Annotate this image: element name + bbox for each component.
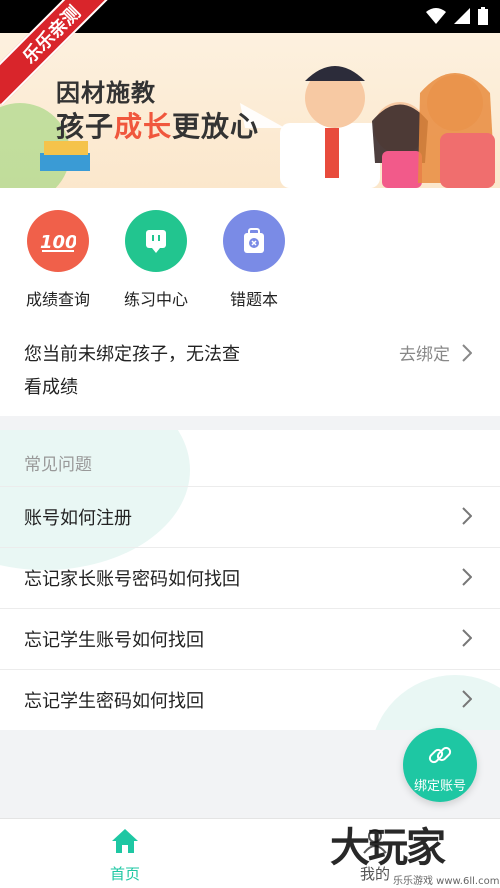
chevron-right-icon (462, 343, 472, 362)
faq-item[interactable]: 账号如何注册 (0, 486, 500, 547)
watermark-logo: 大玩家 (330, 825, 446, 871)
faq-title: 常见问题 (24, 455, 92, 475)
bind-notice-text: 您当前未绑定孩子，无法查看成绩 (24, 344, 240, 398)
chevron-right-icon (462, 690, 472, 708)
score-100-icon: 100 (27, 210, 89, 272)
link-icon (428, 746, 452, 764)
faq-item[interactable]: 忘记家长账号密码如何找回 (0, 547, 500, 608)
wrong-book-button[interactable]: 错题本 (209, 210, 299, 310)
hero-banner[interactable]: 因材施教 孩子成长更放心 (0, 33, 500, 188)
faq-item-label: 忘记家长账号密码如何找回 (24, 569, 240, 590)
faq-item[interactable]: 忘记学生账号如何找回 (0, 608, 500, 669)
banner-headline: 因材施教 (56, 79, 156, 107)
faq-item-label: 账号如何注册 (24, 508, 132, 529)
faq-item-label: 忘记学生账号如何找回 (24, 630, 204, 651)
wifi-icon (426, 8, 446, 24)
banner-subheadline: 孩子成长更放心 (56, 110, 260, 143)
score-query-label: 成绩查询 (25, 290, 90, 309)
main-card: 100 成绩查询 练习中心 错题本 您当前未绑定孩子，无法查看成绩 去绑定 (0, 188, 500, 416)
battery-icon (478, 7, 488, 25)
status-icons (426, 7, 488, 25)
practice-center-label: 练习中心 (123, 290, 188, 309)
wrong-book-icon (223, 210, 285, 272)
tab-home[interactable]: 首页 (65, 827, 185, 884)
chevron-right-icon (462, 507, 472, 525)
home-icon (112, 829, 138, 853)
go-bind-label: 去绑定 (399, 345, 450, 365)
wrong-book-label: 错题本 (229, 290, 278, 309)
faq-section: 常见问题 账号如何注册 忘记家长账号密码如何找回 忘记学生账号如何找回 忘记学生… (0, 430, 500, 730)
signal-icon (454, 8, 470, 24)
bind-account-label: 绑定账号 (413, 779, 466, 794)
score-query-button[interactable]: 100 成绩查询 (13, 210, 103, 310)
svg-text:100: 100 (40, 232, 76, 252)
go-bind-link[interactable]: 去绑定 (399, 340, 472, 365)
practice-icon (125, 210, 187, 272)
watermark-subtext: 乐乐游戏 www.6ll.com (393, 876, 500, 887)
faq-item-label: 忘记学生密码如何找回 (24, 691, 204, 712)
tab-home-label: 首页 (109, 865, 140, 883)
practice-center-button[interactable]: 练习中心 (111, 210, 201, 310)
faq-item[interactable]: 忘记学生密码如何找回 (0, 669, 500, 730)
chevron-right-icon (462, 629, 472, 647)
chevron-right-icon (462, 568, 472, 586)
bind-account-button[interactable]: 绑定账号 (403, 728, 477, 802)
